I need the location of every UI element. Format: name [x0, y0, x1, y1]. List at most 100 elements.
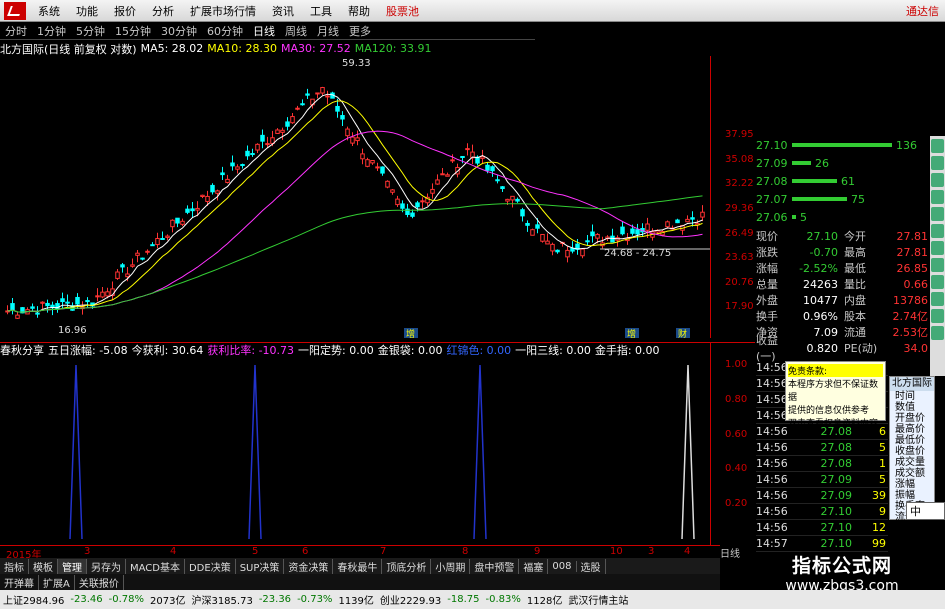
- tick-row[interactable]: 14:57 27.10 99: [756, 536, 888, 552]
- indicator-tab[interactable]: 顶底分析: [382, 558, 432, 574]
- data-window-panel[interactable]: 北方国际 时间数值开盘价最高价最低价收盘价成交量成交额涨幅振幅换手率流通股: [889, 376, 935, 523]
- period-tab[interactable]: 30分钟: [156, 23, 202, 39]
- indicator-tab[interactable]: 另存为: [87, 558, 126, 574]
- tick-row[interactable]: 14:56 27.09 39: [756, 488, 888, 504]
- indicator-tab[interactable]: 模板: [29, 558, 58, 574]
- tick-volume: 99: [872, 537, 886, 550]
- period-tab[interactable]: 60分钟: [202, 23, 248, 39]
- ma5-label: MA5: 28.02: [140, 42, 204, 55]
- indicator-tab[interactable]: DDE决策: [185, 558, 236, 574]
- candle-body: [400, 203, 405, 209]
- quote-row: 涨跌 -0.70 最高 27.81: [756, 244, 930, 260]
- period-tab[interactable]: 分时: [0, 23, 32, 39]
- menu-help[interactable]: 帮助: [340, 3, 378, 19]
- candle-body: [315, 92, 320, 95]
- period-tab-more[interactable]: 更多: [344, 23, 376, 39]
- menu-news[interactable]: 资讯: [264, 3, 302, 19]
- event-marker[interactable]: 增: [406, 328, 415, 340]
- indicator-chart[interactable]: [0, 357, 710, 545]
- extension-tab[interactable]: 开弹幕: [0, 574, 39, 590]
- data-window-field: 收盘价: [895, 446, 925, 457]
- period-tab[interactable]: 月线: [312, 23, 344, 39]
- indicator-tab[interactable]: 选股: [577, 558, 606, 574]
- menu-analysis[interactable]: 分析: [144, 3, 182, 19]
- menu-quote[interactable]: 报价: [106, 3, 144, 19]
- candle-body: [630, 228, 635, 234]
- tick-row[interactable]: 14:56 27.10 9: [756, 504, 888, 520]
- indicator-spike: [69, 364, 83, 540]
- indicator-tab[interactable]: 小周期: [431, 558, 471, 574]
- status-item: -23.36: [258, 594, 292, 605]
- candlestick-chart[interactable]: 59.33 16.96 24.68 - 24.75 增 增 财: [0, 56, 710, 340]
- menu-extended-market[interactable]: 扩展市场行情: [182, 3, 264, 19]
- quote-label: 内盘: [844, 294, 866, 307]
- y-tick-label: 35.08: [725, 153, 754, 165]
- menu-tools[interactable]: 工具: [302, 3, 340, 19]
- quote-value: 13786: [893, 293, 928, 307]
- indicator-tab[interactable]: 春秋最牛: [333, 558, 383, 574]
- menu-system[interactable]: 系统: [30, 3, 68, 19]
- order-volume-bar: [792, 215, 796, 219]
- candle-body: [120, 264, 125, 268]
- toolbar-icon[interactable]: [931, 173, 944, 187]
- indicator-tab[interactable]: MACD基本: [126, 558, 185, 574]
- menu-stock-pool[interactable]: 股票池: [378, 3, 427, 19]
- period-tab[interactable]: 15分钟: [110, 23, 156, 39]
- indicator-y-tick: 0.20: [725, 498, 748, 510]
- indicator-tab[interactable]: 盘中预警: [470, 558, 520, 574]
- main-chart-header: 北方国际(日线 前复权 对数) MA5: 28.02 MA10: 28.30 M…: [0, 41, 710, 56]
- ime-indicator[interactable]: 中: [906, 502, 945, 520]
- period-tab[interactable]: 5分钟: [71, 23, 110, 39]
- toolbar-icon[interactable]: [931, 241, 944, 255]
- event-marker[interactable]: 财: [678, 328, 687, 340]
- candle-body: [465, 148, 470, 151]
- indicator-tab[interactable]: 福塞: [519, 558, 549, 574]
- tick-row[interactable]: 14:56 27.10 12: [756, 520, 888, 536]
- candle-body: [490, 166, 495, 172]
- candle-body: [540, 233, 545, 242]
- tick-row[interactable]: 14:56 27.08 5: [756, 440, 888, 456]
- toolbar-icon[interactable]: [931, 190, 944, 204]
- tick-row[interactable]: 14:56 27.08 1: [756, 456, 888, 472]
- indicator-tab[interactable]: 指标: [0, 558, 29, 574]
- candle-body: [485, 164, 490, 171]
- ma-line-ma30: [7, 130, 703, 313]
- quote-value: 27.81: [896, 245, 929, 259]
- indicator-tab[interactable]: 资金决策: [284, 558, 334, 574]
- period-tab-selected[interactable]: 日线: [248, 23, 280, 39]
- toolbar-icon[interactable]: [931, 326, 944, 340]
- candle-body: [125, 273, 130, 278]
- period-tab[interactable]: 周线: [280, 23, 312, 39]
- data-window-field: 涨幅: [895, 479, 915, 490]
- toolbar-icon[interactable]: [931, 292, 944, 306]
- candle-body: [200, 194, 205, 197]
- quote-row: 现价 27.10 今开 27.81: [756, 228, 930, 244]
- candle-body: [445, 174, 450, 177]
- candle-body: [320, 87, 325, 94]
- extension-tab[interactable]: 关联报价: [75, 574, 124, 590]
- toolbar-icon[interactable]: [931, 309, 944, 323]
- tick-time: 14:56: [756, 489, 788, 502]
- indicator-tab[interactable]: 管理: [58, 558, 87, 574]
- candle-body: [235, 166, 240, 170]
- toolbar-icon[interactable]: [931, 224, 944, 238]
- candle-body: [250, 153, 255, 156]
- indicator-tab[interactable]: SUP决策: [236, 558, 285, 574]
- toolbar-icon[interactable]: [931, 156, 944, 170]
- quote-value: 7.09: [813, 325, 839, 339]
- toolbar-icon[interactable]: [931, 258, 944, 272]
- toolbar-icon[interactable]: [931, 139, 944, 153]
- candle-body: [675, 219, 680, 224]
- extension-tab[interactable]: 扩展A: [39, 574, 75, 590]
- event-marker[interactable]: 增: [627, 328, 636, 340]
- indicator-tab[interactable]: 008: [548, 560, 577, 572]
- tick-row[interactable]: 14:56 27.09 5: [756, 472, 888, 488]
- menu-function[interactable]: 功能: [68, 3, 106, 19]
- candle-body: [65, 301, 70, 304]
- main-y-axis: 37.95 35.08 32.22 29.36 26.49 23.63 20.76 17.90: [710, 56, 756, 338]
- toolbar-icon[interactable]: [931, 207, 944, 221]
- candle-body: [140, 257, 145, 260]
- tick-price: 27.10: [820, 521, 853, 534]
- period-tab[interactable]: 1分钟: [32, 23, 71, 39]
- toolbar-icon[interactable]: [931, 275, 944, 289]
